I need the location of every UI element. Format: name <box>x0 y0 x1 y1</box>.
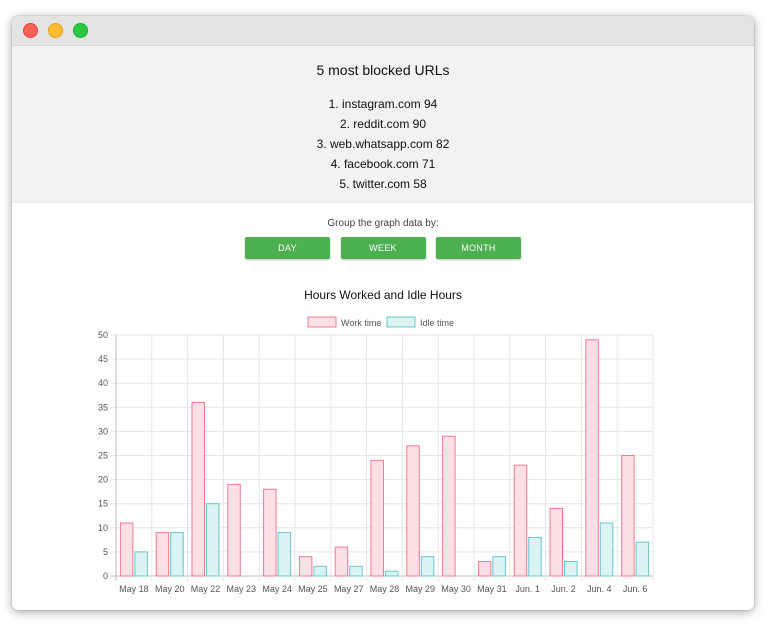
title-bar <box>12 16 754 46</box>
day-button[interactable]: DAY <box>245 237 331 259</box>
idle-time-bar[interactable] <box>420 556 435 577</box>
chart-title: Hours Worked and Idle Hours <box>304 288 462 302</box>
work-time-bar[interactable] <box>406 445 420 577</box>
legend-swatch-idle[interactable] <box>386 316 416 328</box>
week-button[interactable]: WEEK <box>340 237 426 259</box>
idle-time-bar[interactable] <box>134 551 148 577</box>
x-tick-label: Jun. 2 <box>551 584 576 594</box>
work-time-bar[interactable] <box>370 459 384 577</box>
blocked-url-item: 5. twitter.com 58 <box>339 177 427 191</box>
minimize-window-button[interactable] <box>48 23 63 38</box>
idle-time-bar[interactable] <box>277 532 292 577</box>
work-time-bar[interactable] <box>119 522 134 577</box>
y-tick-label: 30 <box>98 426 108 436</box>
blocked-url-item: 2. reddit.com 90 <box>339 117 427 131</box>
x-tick-label: Jun. 4 <box>587 584 612 594</box>
idle-time-bar[interactable] <box>349 565 363 577</box>
y-tick-label: 15 <box>98 499 108 509</box>
blocked-urls-list: 1. instagram.com 94 2. reddit.com 90 3. … <box>12 94 754 194</box>
blocked-urls-title: 5 most blocked URLs <box>316 62 450 78</box>
work-time-bar[interactable] <box>155 532 170 577</box>
x-tick-label: May 24 <box>262 584 292 594</box>
y-tick-label: 20 <box>98 475 108 485</box>
x-tick-label: May 29 <box>406 584 436 594</box>
x-tick-label: Jun. 6 <box>623 584 648 594</box>
y-tick-label: 25 <box>98 451 108 461</box>
idle-time-bar[interactable] <box>170 532 184 577</box>
blocked-urls-panel: 5 most blocked URLs 1. instagram.com 94 … <box>12 46 754 203</box>
blocked-url-item: 3. web.whatsapp.com 82 <box>316 137 450 151</box>
chart-container: Work time Idle time 0 5 10 15 20 25 30 35 40 45 50… <box>12 316 754 606</box>
blocked-url-item: 1. instagram.com 94 <box>328 97 438 111</box>
bar-chart: Work time Idle time 0 5 10 15 20 25 30 35 40 45 50… <box>98 316 654 594</box>
y-tick-label: 10 <box>98 523 108 533</box>
y-tick-label: 5 <box>103 547 108 557</box>
work-time-bar[interactable] <box>477 561 492 577</box>
x-tick-label: May 27 <box>334 584 364 594</box>
x-tick-label: May 25 <box>298 584 328 594</box>
idle-time-bar[interactable] <box>564 561 578 577</box>
idle-time-bar[interactable] <box>635 541 650 577</box>
chart-bars <box>119 339 650 577</box>
legend-swatch-work[interactable] <box>307 316 337 328</box>
work-time-bar[interactable] <box>227 483 241 577</box>
group-by-label: Group the graph data by: <box>327 218 439 229</box>
work-time-bar[interactable] <box>621 455 635 577</box>
y-tick-label: 0 <box>103 571 108 581</box>
work-time-bar[interactable] <box>263 488 277 577</box>
work-time-bar[interactable] <box>585 339 599 577</box>
y-tick-label: 40 <box>98 378 108 388</box>
x-tick-label: May 20 <box>155 584 185 594</box>
x-tick-label: May 22 <box>191 584 221 594</box>
x-tick-label: May 31 <box>477 584 507 594</box>
x-tick-label: Jun. 1 <box>515 584 540 594</box>
idle-time-bar[interactable] <box>599 522 614 577</box>
blocked-url-item: 4. facebook.com 71 <box>330 157 436 171</box>
idle-time-bar[interactable] <box>206 503 220 577</box>
work-time-bar[interactable] <box>513 464 528 577</box>
legend-label-work[interactable]: Work time <box>341 318 381 328</box>
x-tick-label: May 18 <box>119 584 149 594</box>
chart-legend: Work time Idle time <box>307 316 454 328</box>
close-window-button[interactable] <box>23 23 38 38</box>
y-tick-label: 35 <box>98 402 108 412</box>
idle-time-bar[interactable] <box>313 565 327 577</box>
work-time-bar[interactable] <box>334 546 349 577</box>
idle-time-bar[interactable] <box>492 556 506 577</box>
idle-time-bar[interactable] <box>528 536 542 577</box>
work-time-bar[interactable] <box>442 435 456 577</box>
x-tick-label: May 30 <box>441 584 471 594</box>
maximize-window-button[interactable] <box>73 23 88 38</box>
y-tick-label: 50 <box>98 330 108 340</box>
month-button[interactable]: MONTH <box>435 237 521 259</box>
y-tick-label: 45 <box>98 354 108 364</box>
work-time-bar[interactable] <box>549 508 563 577</box>
work-time-bar[interactable] <box>191 401 205 577</box>
idle-time-bar[interactable] <box>385 570 399 577</box>
legend-label-idle[interactable]: Idle time <box>420 318 454 328</box>
app-window: 5 most blocked URLs 1. instagram.com 94 … <box>12 16 754 610</box>
x-tick-label: May 28 <box>370 584 400 594</box>
group-by-buttons: DAY WEEK MONTH <box>12 237 754 260</box>
work-time-bar[interactable] <box>298 556 313 577</box>
x-tick-label: May 23 <box>227 584 257 594</box>
